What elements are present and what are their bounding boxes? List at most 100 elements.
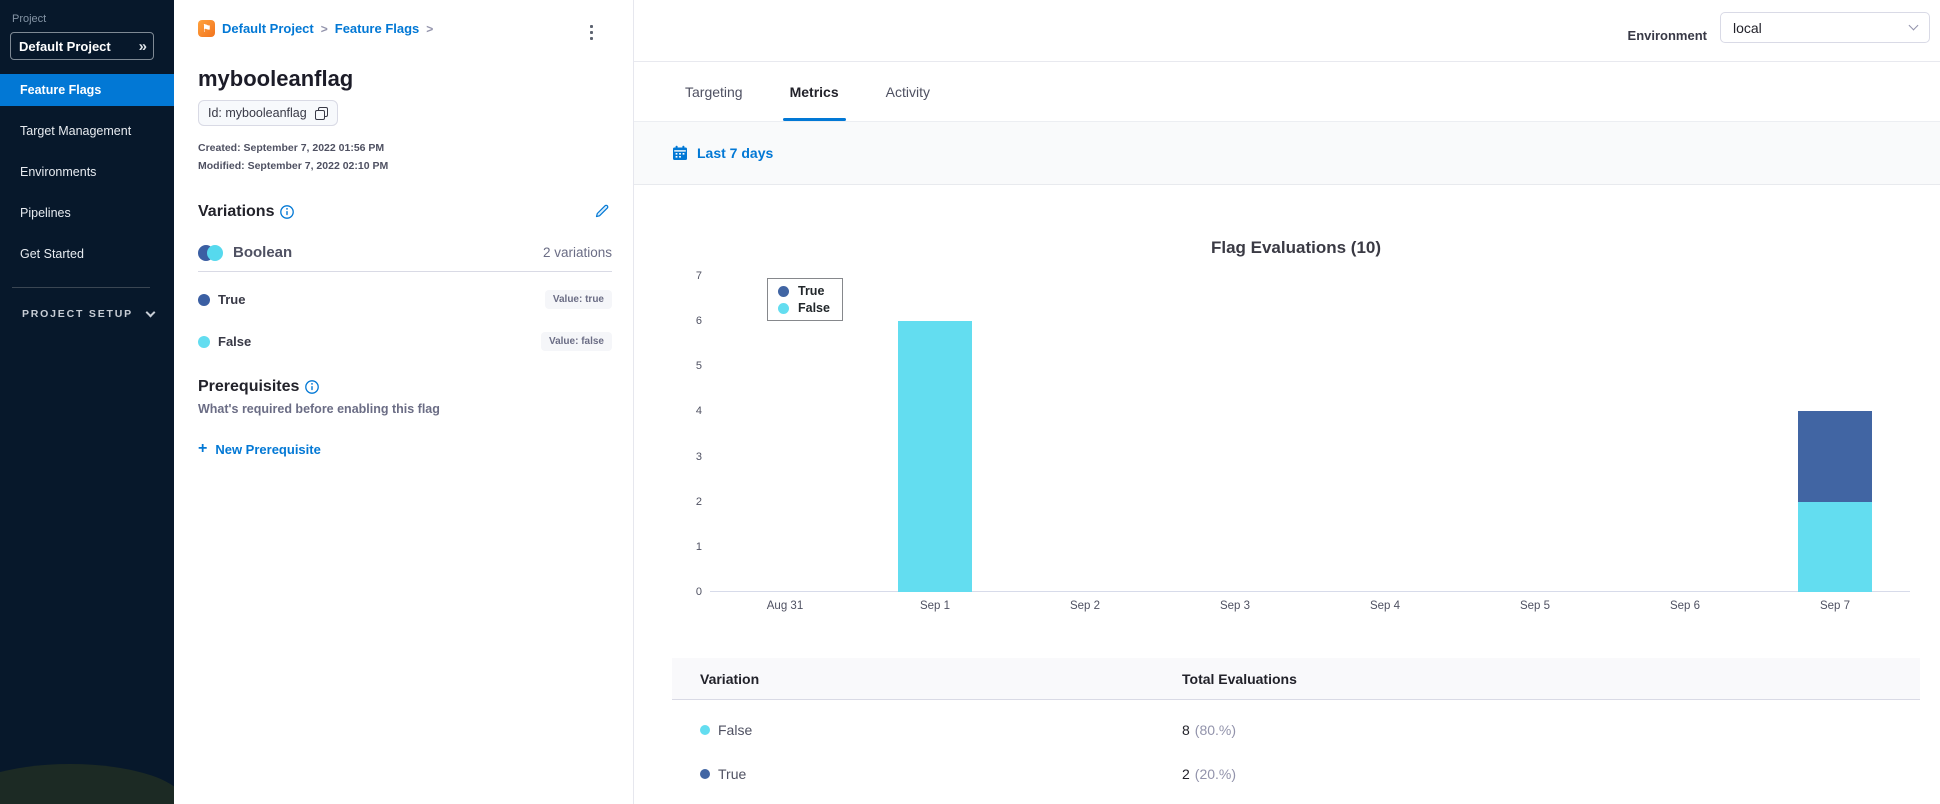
breadcrumb-project-link[interactable]: Default Project (222, 21, 314, 36)
variation-type-label: Boolean (233, 244, 293, 261)
bar-segment-true-sep-7 (1798, 411, 1872, 502)
variations-count: 2 variations (542, 245, 612, 260)
chart-title: Flag Evaluations (10) (1210, 238, 1382, 257)
main-content: Environment local Targeting Metrics Activi… (634, 0, 1940, 804)
evaluations-table: Variation Total Evaluations False 8 (80.%)… (672, 658, 1920, 804)
variation-row-true: True Value: true (198, 290, 612, 309)
x-axis-tick-label: Sep 3 (1219, 600, 1251, 612)
x-axis-tick-label: Sep 1 (919, 600, 951, 612)
evaluation-count: 2 (1182, 766, 1190, 782)
legend-dot (778, 302, 789, 314)
x-axis-tick-label: Aug 31 (766, 600, 804, 612)
x-axis-tick-label: Sep 6 (1669, 600, 1701, 612)
flag-options-menu-button[interactable] (581, 21, 601, 43)
bar-segment-false-sep-1 (898, 321, 972, 592)
info-icon[interactable] (280, 205, 295, 219)
breadcrumb-separator: > (426, 21, 434, 36)
new-prerequisite-button[interactable]: + New Prerequisite (198, 440, 321, 458)
legend-item-false: False (778, 301, 830, 315)
sidebar-decorative-shape (0, 764, 174, 804)
variation-color-dot (198, 293, 210, 306)
sidebar-item-get-started[interactable]: Get Started (0, 238, 174, 270)
flag-detail-panel: ⚑ Default Project > Feature Flags > mybo… (174, 0, 634, 804)
variations-title: Variations (198, 203, 275, 220)
edit-variations-icon[interactable] (594, 203, 610, 219)
prerequisites-subtitle: What's required before enabling this fla… (198, 402, 440, 416)
variation-name: True (718, 766, 747, 782)
x-axis-tick-label: Sep 2 (1069, 600, 1101, 612)
tab-metrics[interactable]: Metrics (782, 62, 846, 121)
sidebar-item-target-management[interactable]: Target Management (0, 115, 174, 147)
variation-color-dot (700, 725, 710, 735)
breadcrumb-feature-flags-link[interactable]: Feature Flags (335, 21, 420, 36)
cell-variation: True (700, 752, 746, 796)
flag-module-icon: ⚑ (198, 20, 215, 37)
evaluation-percent: (80.%) (1194, 722, 1237, 738)
variation-color-dot (700, 769, 710, 779)
y-axis-tick-label: 0 (695, 586, 702, 598)
flag-modified-date: Modified: September 7, 2022 02:10 PM (198, 160, 389, 172)
variations-divider (198, 271, 612, 272)
project-name: Default Project (19, 38, 111, 54)
y-axis-tick-label: 1 (695, 540, 702, 553)
column-header-total-evaluations: Total Evaluations (1182, 671, 1297, 687)
y-axis-tick-label: 2 (695, 495, 702, 508)
environment-selected-value: local (1733, 19, 1762, 36)
bar-segment-false-sep-7 (1798, 501, 1872, 592)
chevron-down-icon (145, 307, 156, 318)
flag-id-text: Id: mybooleanflag (208, 106, 307, 120)
date-filter-band: Last 7 days (634, 121, 1940, 185)
sidebar-nav: Feature Flags Target Management Environmen… (0, 74, 174, 279)
date-range-button[interactable]: Last 7 days (672, 145, 773, 161)
flag-created-date: Created: September 7, 2022 01:56 PM (198, 142, 385, 154)
variation-name: False (218, 334, 252, 349)
tab-activity[interactable]: Activity (879, 62, 937, 121)
boolean-type-icon (198, 244, 223, 261)
column-header-variation: Variation (700, 671, 760, 687)
table-row-false: False 8 (80.%) (672, 708, 1920, 752)
flag-tabs: Targeting Metrics Activity (634, 62, 1940, 121)
environment-label: Environment (1627, 28, 1707, 43)
variation-name: False (718, 722, 753, 738)
sidebar-item-feature-flags[interactable]: Feature Flags (0, 74, 174, 106)
plus-icon: + (198, 440, 208, 457)
tab-targeting[interactable]: Targeting (678, 62, 750, 121)
variation-type-row: Boolean 2 variations (198, 244, 612, 261)
project-expand-icon[interactable]: » (139, 38, 147, 55)
project-setup-label: PROJECT SETUP (22, 308, 133, 320)
legend-label: False (798, 301, 830, 315)
environment-header: Environment local (634, 0, 1940, 62)
copy-icon[interactable] (314, 106, 328, 120)
table-row-true: True 2 (20.%) (672, 752, 1920, 796)
sidebar-divider (12, 287, 150, 288)
prerequisites-title: Prerequisites (198, 378, 300, 395)
chart-plot-area (710, 276, 1910, 592)
variation-value-chip: Value: true (544, 290, 612, 309)
sidebar-item-environments[interactable]: Environments (0, 156, 174, 188)
evaluation-count: 8 (1182, 722, 1190, 738)
sidebar: Project Default Project » Feature Flags T… (0, 0, 174, 804)
x-axis-tick-label: Sep 7 (1819, 600, 1851, 612)
project-selector[interactable]: Default Project » (10, 32, 154, 60)
legend-dot (778, 285, 789, 297)
info-icon[interactable] (305, 380, 320, 394)
variation-row-false: False Value: false (198, 332, 612, 351)
table-header-row: Variation Total Evaluations (672, 658, 1920, 700)
legend-label: True (798, 284, 825, 298)
calendar-icon (672, 145, 688, 161)
sidebar-item-pipelines[interactable]: Pipelines (0, 197, 174, 229)
y-axis-tick-label: 4 (695, 405, 702, 418)
cell-total-evaluations: 2 (20.%) (1182, 752, 1236, 796)
variation-value-chip: Value: false (540, 332, 612, 351)
cell-total-evaluations: 8 (80.%) (1182, 708, 1236, 752)
x-axis-tick-label: Sep 5 (1519, 600, 1551, 612)
variations-header: Variations (198, 203, 612, 221)
flag-name-title: mybooleanflag (198, 66, 354, 91)
environment-select[interactable]: local (1720, 12, 1930, 43)
flag-id-chip: Id: mybooleanflag (198, 100, 338, 126)
evaluation-percent: (20.%) (1194, 766, 1237, 782)
variation-color-dot (198, 335, 210, 348)
variation-name: True (218, 292, 246, 307)
project-label: Project (12, 13, 47, 25)
sidebar-section-project-setup[interactable]: PROJECT SETUP (22, 307, 156, 320)
